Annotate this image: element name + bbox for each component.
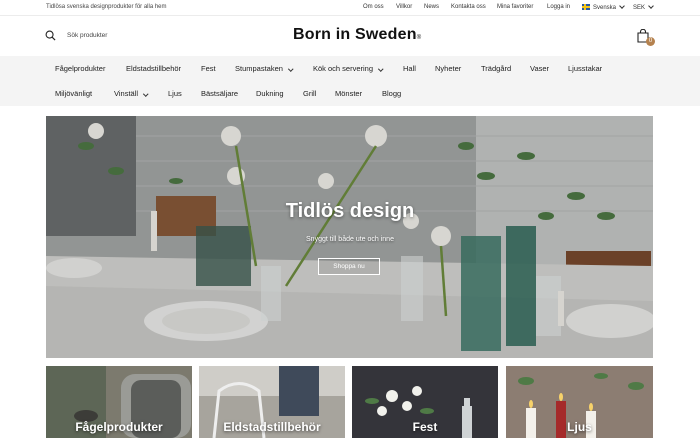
nav-item-miljovanligt[interactable]: Miljövänligt: [55, 89, 92, 98]
logo-text: Born in Sweden: [293, 26, 417, 43]
chevron-down-icon: [648, 3, 654, 9]
nav-item-grill[interactable]: Grill: [303, 89, 316, 98]
currency-selector[interactable]: SEK: [633, 3, 654, 11]
top-utility-bar: Tidlösa svenska designprodukter för alla…: [0, 0, 700, 16]
nav-label: Stumpastaken: [235, 64, 283, 73]
category-card-fest[interactable]: Fest: [352, 366, 498, 438]
chevron-down-icon: [619, 3, 625, 9]
tagline: Tidlösa svenska designprodukter för alla…: [46, 4, 167, 10]
category-label: Fest: [412, 420, 438, 434]
registered-mark: ®: [416, 35, 422, 41]
nav-label: Kök och servering: [313, 64, 374, 73]
nav-item-stumpastaken[interactable]: Stumpastaken: [235, 64, 294, 73]
nav-label: Vaser: [530, 64, 550, 73]
nav-item-ljusstakar[interactable]: Ljusstakar: [568, 64, 602, 73]
category-card-ljus[interactable]: Ljus: [506, 366, 653, 438]
nav-item-vinstall[interactable]: Vinställ: [114, 89, 149, 98]
nav-item-ljus[interactable]: Ljus: [168, 89, 182, 98]
nav-label: Hall: [403, 64, 416, 73]
nav-item-vaser[interactable]: Vaser: [530, 64, 549, 73]
link-news[interactable]: News: [424, 4, 439, 10]
nav-item-kok-och-servering[interactable]: Kök och servering: [313, 64, 384, 73]
search-icon[interactable]: [45, 30, 56, 41]
nav-item-fagelprodukter[interactable]: Fågelprodukter: [55, 64, 105, 73]
nav-label: Ljusstakar: [568, 64, 603, 73]
hero-title: Tidlös design: [285, 200, 415, 222]
nav-label: Trädgård: [481, 64, 512, 73]
nav-label: Ljus: [168, 89, 182, 98]
link-kontakta-oss[interactable]: Kontakta oss: [451, 4, 486, 10]
category-label: Eldstadstillbehör: [223, 420, 321, 434]
nav-label: Dukning: [256, 89, 284, 98]
site-logo[interactable]: Born in Sweden®: [293, 26, 421, 44]
category-card-eldstadstillbehor[interactable]: Eldstadstillbehör: [199, 366, 345, 438]
nav-item-nyheter[interactable]: Nyheter: [435, 64, 461, 73]
main-navigation: Fågelprodukter Eldstadstillbehör Fest St…: [0, 56, 700, 106]
nav-label: Grill: [303, 89, 317, 98]
link-logga-in[interactable]: Logga in: [547, 4, 570, 10]
site-header: Sök produkter Born in Sweden® 0: [0, 16, 700, 56]
nav-label: Fågelprodukter: [55, 64, 106, 73]
nav-label: Blogg: [382, 89, 402, 98]
nav-label: Fest: [201, 64, 216, 73]
search-input[interactable]: Sök produkter: [67, 32, 107, 39]
nav-label: Nyheter: [435, 64, 462, 73]
hero-subtitle: Snyggt till både ute och inne: [306, 236, 394, 243]
link-villkor[interactable]: Villkor: [396, 4, 412, 10]
category-label: Ljus: [567, 420, 592, 434]
nav-item-dukning[interactable]: Dukning: [256, 89, 284, 98]
nav-item-hall[interactable]: Hall: [403, 64, 416, 73]
swedish-flag-icon: [582, 4, 590, 10]
language-label: Svenska: [593, 5, 617, 11]
category-card-fagelprodukter[interactable]: Fågelprodukter: [46, 366, 192, 438]
nav-label: Eldstadstillbehör: [126, 64, 182, 73]
currency-label: SEK: [633, 5, 646, 11]
nav-label: Bästsäljare: [201, 89, 239, 98]
link-mina-favoriter[interactable]: Mina favoriter: [497, 4, 533, 10]
cart-count-badge: 0: [646, 37, 655, 46]
link-om-oss[interactable]: Om oss: [363, 4, 384, 10]
nav-item-bastsaljare[interactable]: Bästsäljare: [201, 89, 238, 98]
nav-item-tradgard[interactable]: Trädgård: [481, 64, 511, 73]
chevron-down-icon: [378, 65, 384, 71]
nav-label: Mönster: [335, 89, 363, 98]
nav-item-fest[interactable]: Fest: [201, 64, 216, 73]
nav-item-eldstadstillbehor[interactable]: Eldstadstillbehör: [126, 64, 181, 73]
nav-label: Miljövänligt: [55, 89, 93, 98]
chevron-down-icon: [288, 65, 294, 71]
nav-item-blogg[interactable]: Blogg: [382, 89, 401, 98]
category-label: Fågelprodukter: [75, 420, 163, 434]
shop-now-button[interactable]: Shoppa nu: [318, 258, 380, 275]
language-selector[interactable]: Svenska: [582, 3, 625, 11]
nav-item-monster[interactable]: Mönster: [335, 89, 362, 98]
chevron-down-icon: [143, 90, 149, 96]
nav-label: Vinställ: [114, 89, 139, 98]
